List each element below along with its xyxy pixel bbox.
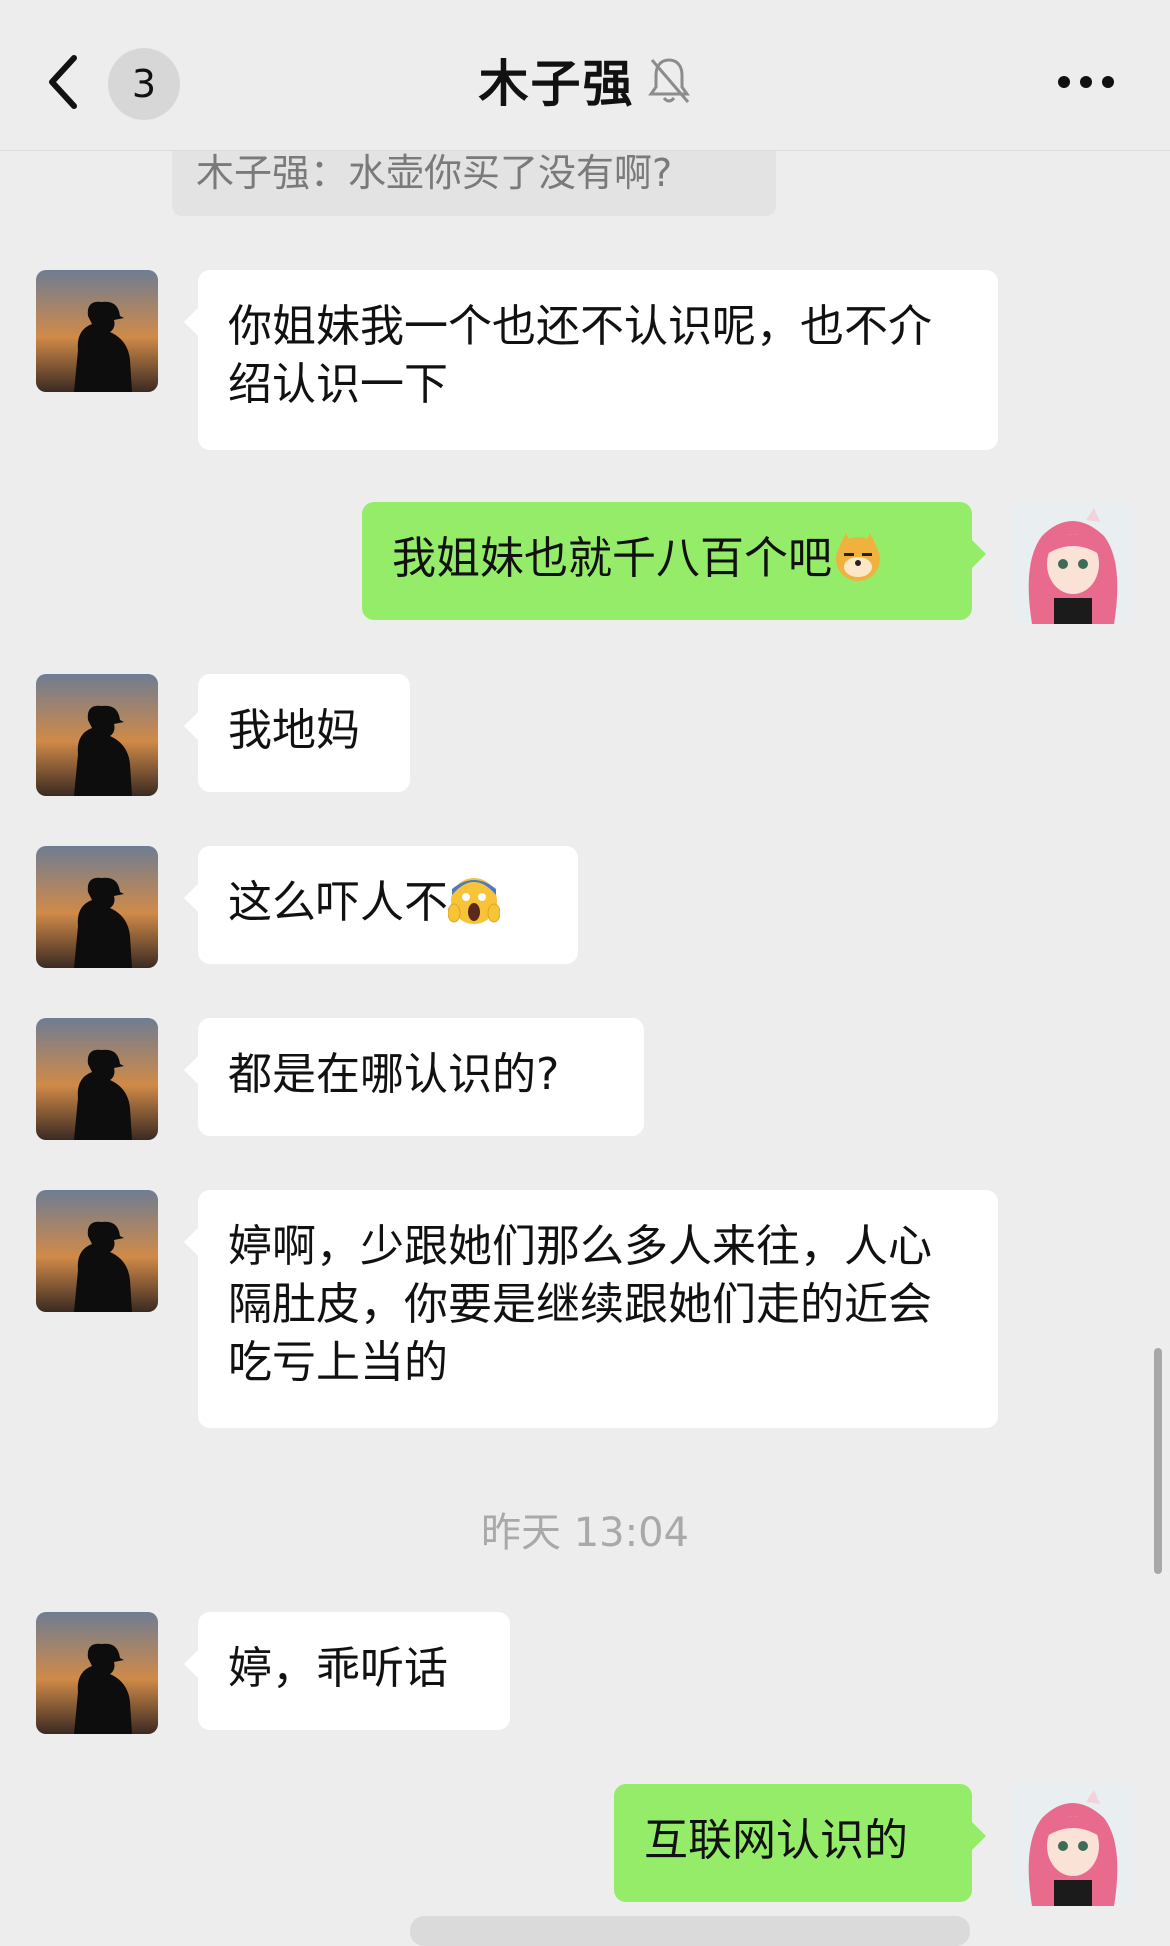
- contact-avatar[interactable]: [36, 1612, 158, 1734]
- bottom-bar-edge: [410, 1916, 970, 1946]
- message-text: 这么吓人不: [228, 877, 448, 928]
- message-bubble-incoming[interactable]: 你姐妹我一个也还不认识呢，也不介绍认识一下: [184, 270, 998, 450]
- silhouette-avatar-image: [36, 1612, 158, 1734]
- message-bubble-incoming[interactable]: 都是在哪认识的?: [184, 1018, 644, 1136]
- message-bubble-incoming[interactable]: 婷啊，少跟她们那么多人来往，人心隔肚皮，你要是继续跟她们走的近会吃亏上当的: [184, 1190, 998, 1428]
- more-dots-icon: [1058, 76, 1114, 88]
- silhouette-avatar-image: [36, 1018, 158, 1140]
- scrollbar-thumb[interactable]: [1154, 1348, 1162, 1574]
- message-text: 我姐妹也就千八百个吧: [392, 533, 832, 584]
- anime-girl-avatar-image: [1012, 502, 1134, 624]
- scream-icon: [448, 878, 500, 924]
- chat-header: 3 木子强: [0, 0, 1170, 151]
- user-avatar[interactable]: [1012, 502, 1134, 624]
- timestamp-divider: 昨天 13:04: [481, 1510, 689, 1556]
- user-avatar[interactable]: [1012, 1784, 1134, 1906]
- bell-muted-icon: [647, 58, 690, 103]
- contact-avatar[interactable]: [36, 674, 158, 796]
- message-bubble-incoming[interactable]: 婷，乖听话: [184, 1612, 510, 1730]
- contact-avatar[interactable]: [36, 1018, 158, 1140]
- silhouette-avatar-image: [36, 270, 158, 392]
- anime-girl-avatar-image: [1012, 1784, 1134, 1906]
- doge-icon: [836, 533, 880, 581]
- message-bubble-incoming[interactable]: 我地妈: [184, 674, 410, 792]
- message-bubble-outgoing[interactable]: 互联网认识的: [614, 1784, 986, 1902]
- silhouette-avatar-image: [36, 846, 158, 968]
- message-bubble-outgoing[interactable]: 我姐妹也就千八百个吧: [362, 502, 986, 620]
- chat-title: 木子强: [478, 55, 635, 113]
- contact-avatar[interactable]: [36, 1190, 158, 1312]
- silhouette-avatar-image: [36, 674, 158, 796]
- contact-avatar[interactable]: [36, 270, 158, 392]
- silhouette-avatar-image: [36, 1190, 158, 1312]
- title-area: 木子强: [0, 44, 1170, 116]
- message-bubble-incoming[interactable]: 这么吓人不: [184, 846, 578, 964]
- more-button[interactable]: [1054, 62, 1118, 102]
- contact-avatar[interactable]: [36, 846, 158, 968]
